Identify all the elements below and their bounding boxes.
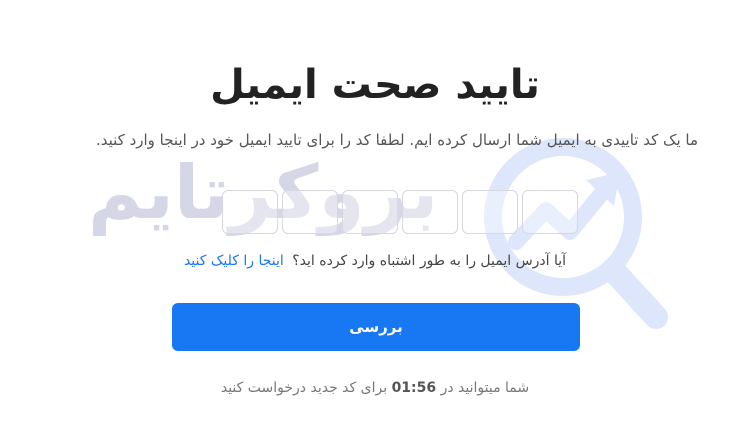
verification-code-inputs — [222, 190, 582, 234]
resend-timer-text: شما میتوانید در 01:56 برای کد جدید درخوا… — [0, 380, 750, 396]
change-email-link[interactable]: اینجا را کلیک کنید — [184, 253, 284, 269]
code-digit-5[interactable] — [462, 190, 518, 234]
code-digit-6[interactable] — [522, 190, 578, 234]
verify-button[interactable]: بررسی — [172, 303, 580, 351]
code-digit-3[interactable] — [342, 190, 398, 234]
resend-prefix: شما میتوانید در — [440, 380, 530, 396]
wrong-email-prompt: آیا آدرس ایمیل را به طور اشتباه وارد کرد… — [0, 253, 750, 269]
page-title: تایید صحت ایمیل — [210, 62, 540, 108]
code-digit-1[interactable] — [222, 190, 278, 234]
wrong-email-question: آیا آدرس ایمیل را به طور اشتباه وارد کرد… — [292, 253, 567, 269]
resend-suffix: برای کد جدید درخواست کنید — [220, 380, 388, 396]
code-digit-2[interactable] — [282, 190, 338, 234]
code-digit-4[interactable] — [402, 190, 458, 234]
instructions-text: ما یک کد تاییدی به ایمیل شما ارسال کرده … — [95, 131, 698, 149]
resend-countdown: 01:56 — [391, 380, 437, 396]
